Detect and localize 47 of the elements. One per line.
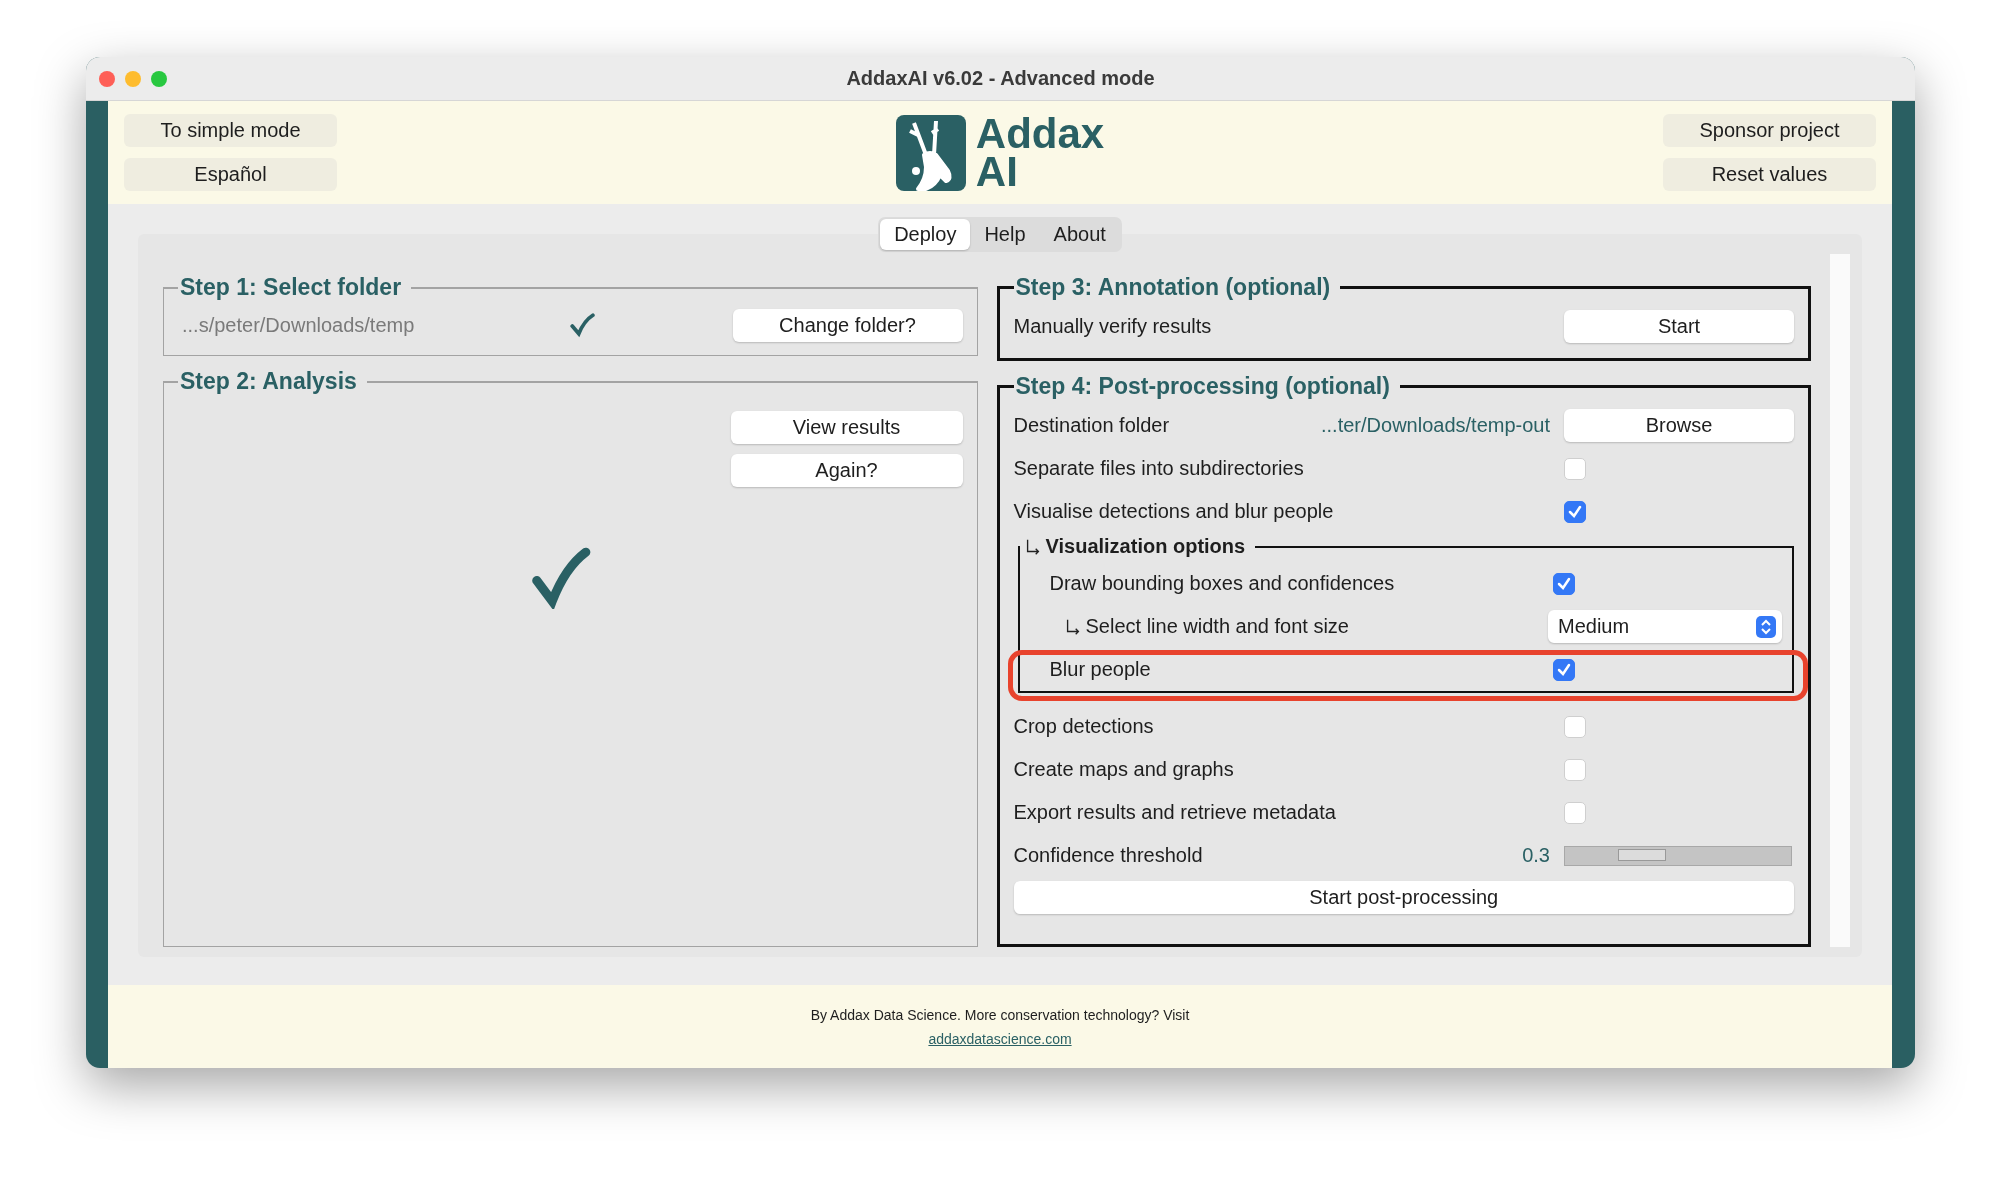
checkbox[interactable] [1553, 658, 1575, 681]
option-label: Destination folder [1013, 414, 1170, 437]
option-label: Manually verify results [1013, 315, 1212, 338]
option-label: Separate files into subdirectories [1013, 457, 1304, 480]
option-label: Export results and retrieve metadata [1013, 801, 1336, 824]
step-title: Step 1: Select folder [179, 274, 403, 301]
option-label: Blur people [1049, 658, 1151, 681]
slider-handle[interactable] [1618, 848, 1667, 861]
option-label: Draw bounding boxes and confidences [1049, 572, 1395, 595]
logo-text: Addax [975, 114, 1105, 153]
option-label: Crop detections [1013, 715, 1154, 738]
tab[interactable]: Deploy [880, 219, 971, 250]
step-title: Step 3: Annotation (optional) [1014, 274, 1332, 301]
threshold-value: 0.3 [1521, 844, 1550, 867]
option-label: Create maps and graphs [1013, 758, 1234, 781]
header-button[interactable]: To simple mode [124, 114, 337, 147]
header-button[interactable]: Reset values [1663, 158, 1876, 191]
step-title: Step 4: Post-processing (optional) [1014, 373, 1391, 400]
window-title: AddaxAI v6.02 - Advanced mode [846, 67, 1155, 90]
analysis-button[interactable]: Again? [730, 454, 963, 487]
checkbox[interactable] [1553, 572, 1575, 595]
option-label: Select line width and font size [1085, 615, 1349, 638]
folder-path: ...s/peter/Downloads/temp [181, 313, 416, 337]
website-link[interactable]: addaxdatascience.com [928, 1030, 1072, 1047]
minimize-button[interactable] [125, 70, 141, 87]
size-dropdown[interactable]: Medium [1548, 610, 1782, 643]
header-button[interactable]: Sponsor project [1663, 114, 1876, 147]
start-button[interactable]: Start [1564, 310, 1794, 343]
footer-text: By Addax Data Science. More conservation technology? Visit [810, 1006, 1190, 1023]
tab[interactable]: About [1039, 219, 1120, 250]
step-title: Step 2: Analysis [179, 368, 358, 395]
logo-text: AI [975, 152, 1018, 191]
change-folder-button[interactable]: Change folder? [732, 308, 963, 342]
analysis-button[interactable]: View results [730, 411, 963, 444]
antelope-logo-icon [895, 114, 966, 191]
post-processing-button[interactable]: Start post-processing [1013, 881, 1794, 914]
zoom-button[interactable] [151, 70, 167, 87]
header-button[interactable]: Español [124, 158, 337, 191]
option-label: Confidence threshold [1013, 844, 1203, 867]
group-title: Visualization options [1045, 535, 1246, 558]
browse-button[interactable]: Browse [1564, 409, 1794, 442]
close-button[interactable] [99, 70, 115, 87]
stepper-icon [1756, 615, 1776, 638]
checkbox[interactable] [1564, 500, 1586, 523]
folder-path: ...ter/Downloads/temp-out [1320, 414, 1550, 437]
option-label: Visualise detections and blur people [1013, 500, 1334, 523]
tab[interactable]: Help [970, 219, 1040, 250]
